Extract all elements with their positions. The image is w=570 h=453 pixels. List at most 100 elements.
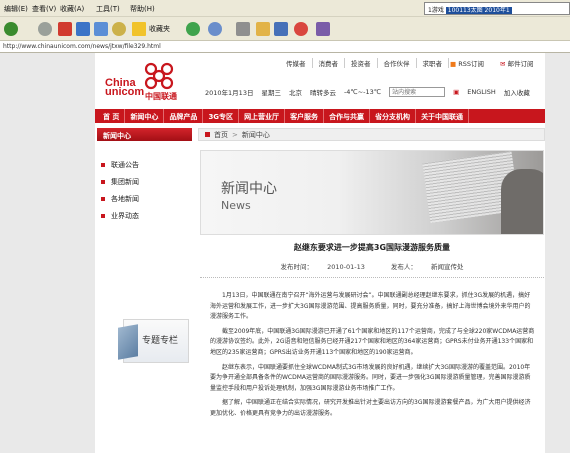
sidebar-item-group-news[interactable]: 集团新闻 xyxy=(101,173,139,190)
print-button[interactable] xyxy=(236,21,250,37)
weather-text: 晴转多云 xyxy=(309,89,336,97)
date-text: 2010年1月13日 xyxy=(205,89,254,97)
sidebar-item-industry[interactable]: 业界动态 xyxy=(101,207,139,224)
refresh-button[interactable] xyxy=(76,21,90,37)
menu-favorites[interactable]: 收藏(A) xyxy=(60,4,84,14)
article-paragraph: 1月13日，中国联通在南宁召开“海外运营与发展研讨会”。中国联通副总经理赵继东要… xyxy=(210,292,531,321)
toplink-jobseeker[interactable]: 求职者 xyxy=(417,58,449,68)
star-icon xyxy=(132,22,146,36)
address-bar[interactable]: http://www.chinaunicom.com/news/jtxw/fil… xyxy=(0,41,570,53)
rss-subscribe-link[interactable]: ■ RSS订阅 xyxy=(450,58,484,68)
english-link[interactable]: ENGLISH xyxy=(467,88,496,96)
book-stack-icon xyxy=(118,324,138,360)
back-button[interactable] xyxy=(4,21,18,37)
browser-menubar: 编辑(E) 查看(V) 收藏(A) 工具(T) 帮助(H) 1游戏 100113… xyxy=(0,0,570,17)
search-go-icon[interactable]: ▣ xyxy=(453,88,459,96)
sidebar-title: 新闻中心 xyxy=(97,128,192,141)
discuss-button[interactable] xyxy=(274,21,288,37)
search-icon xyxy=(112,22,126,36)
rss-label: RSS订阅 xyxy=(458,60,485,68)
forward-button[interactable] xyxy=(38,21,52,37)
nav-customer-service[interactable]: 客户服务 xyxy=(285,109,325,123)
toplink-partner[interactable]: 合作伙伴 xyxy=(378,58,417,68)
breadcrumb-marker-icon xyxy=(205,132,210,137)
print-icon xyxy=(236,22,250,36)
messenger-button[interactable] xyxy=(294,21,308,37)
ime-status-prefix: 1游戏 xyxy=(428,7,444,14)
nav-online-hall[interactable]: 网上营业厅 xyxy=(239,109,286,123)
stop-button[interactable] xyxy=(58,21,72,37)
messenger-icon xyxy=(294,22,308,36)
site-search-input[interactable] xyxy=(389,87,446,97)
forward-arrow-icon xyxy=(38,22,52,36)
banner-title-cn: 新闻中心 xyxy=(221,181,277,197)
sidebar-item-local-news[interactable]: 各地新闻 xyxy=(101,190,139,207)
mail-icon xyxy=(208,22,222,36)
sidebar-item-notices[interactable]: 联通公告 xyxy=(101,156,139,173)
breadcrumb-home[interactable]: 首页 xyxy=(214,130,228,140)
menu-help[interactable]: 帮助(H) xyxy=(130,4,155,14)
article-paragraph: 截至2009年底，中国联通3G国际漫游已开通了61个国家和地区的117个运营商，… xyxy=(210,327,535,356)
article-paragraph: 赵继东表示，中国联通要抓住全球WCDMA制式3G市场发展的良好机遇，继续扩大3G… xyxy=(210,363,531,392)
nav-products[interactable]: 品牌产品 xyxy=(164,109,204,123)
envelope-icon: ✉ xyxy=(500,60,506,68)
bullet-icon xyxy=(101,213,105,218)
refresh-icon xyxy=(76,22,90,36)
sidebar-item-label: 集团新闻 xyxy=(111,177,139,186)
main-nav: 首 页 新闻中心 品牌产品 3G专区 网上营业厅 客户服务 合作与共赢 省分支机… xyxy=(95,109,545,123)
nav-about[interactable]: 关于中国联通 xyxy=(416,109,470,123)
page-viewport: China unicom 中国联通 传媒者 消费者 投资者 合作伙伴 求职者 ■… xyxy=(0,53,570,453)
nav-cooperation[interactable]: 合作与共赢 xyxy=(324,109,371,123)
toplink-consumer[interactable]: 消费者 xyxy=(313,58,345,68)
toolbar-extra-button[interactable] xyxy=(316,21,330,37)
breadcrumb: 首页 > 新闻中心 xyxy=(198,128,545,141)
menu-tools[interactable]: 工具(T) xyxy=(96,4,120,14)
toplink-investor[interactable]: 投资者 xyxy=(345,58,378,68)
logo-chinese: 中国联通 xyxy=(145,92,177,101)
sidebar-item-label: 联通公告 xyxy=(111,160,139,169)
article-title: 赵继东要求进一步提高3G国际漫游服务质量 xyxy=(293,243,451,252)
ime-status-highlight: 100113太图 2010年1 xyxy=(445,7,512,14)
temperature-text: -4℃~-13℃ xyxy=(343,88,382,96)
discuss-icon xyxy=(274,22,288,36)
favorites-button[interactable]: 收藏夹 xyxy=(132,21,170,37)
edit-icon xyxy=(256,22,270,36)
site-container: China unicom 中国联通 传媒者 消费者 投资者 合作伙伴 求职者 ■… xyxy=(95,53,545,453)
publisher-value: 新闻宣传处 xyxy=(431,263,464,271)
nav-home[interactable]: 首 页 xyxy=(95,109,126,123)
browser-toolbar: 收藏夹 xyxy=(0,17,570,41)
toplink-media[interactable]: 传媒者 xyxy=(280,58,313,68)
article-body: 1月13日，中国联通在南宁召开“海外运营与发展研讨会”。中国联通副总经理赵继东要… xyxy=(210,291,535,424)
ime-status-box: 1游戏 100113太图 2010年1 xyxy=(424,2,570,15)
bookmark-link[interactable]: 加入收藏 xyxy=(504,87,530,97)
nav-news[interactable]: 新闻中心 xyxy=(125,109,165,123)
top-links: 传媒者 消费者 投资者 合作伙伴 求职者 xyxy=(280,58,449,68)
mail-subscribe-link[interactable]: ✉ 邮件订阅 xyxy=(500,58,534,68)
mail-button[interactable] xyxy=(208,21,222,37)
special-topics-label: 专题专栏 xyxy=(142,336,179,346)
menu-view[interactable]: 查看(V) xyxy=(32,4,56,14)
special-topics-banner[interactable]: 专题专栏 xyxy=(118,319,189,363)
sidebar-item-label: 业界动态 xyxy=(111,211,139,220)
menu-edit[interactable]: 编辑(E) xyxy=(4,4,28,14)
stop-icon xyxy=(58,22,72,36)
search-button[interactable] xyxy=(112,21,126,37)
unicom-logo[interactable]: China unicom 中国联通 xyxy=(105,61,205,101)
edit-button[interactable] xyxy=(256,21,270,37)
home-button[interactable] xyxy=(94,21,108,37)
sidebar-item-label: 各地新闻 xyxy=(111,194,139,203)
publisher: 发布人： 新闻宣传处 xyxy=(385,263,470,271)
nav-3g[interactable]: 3G专区 xyxy=(203,109,240,123)
sidebar: 新闻中心 联通公告 集团新闻 各地新闻 业界动态 专题专栏 xyxy=(95,128,195,453)
bullet-icon xyxy=(101,196,105,201)
logo-english: China unicom xyxy=(105,78,144,98)
weekday-text: 星期三 xyxy=(261,89,281,97)
media-button[interactable] xyxy=(186,21,200,37)
article-meta: 发布时间： 2010-01-13 发布人： 新闻宣传处 xyxy=(200,261,544,271)
publish-time-value: 2010-01-13 xyxy=(327,263,365,271)
breadcrumb-news[interactable]: 新闻中心 xyxy=(242,130,270,140)
sidebar-list: 联通公告 集团新闻 各地新闻 业界动态 xyxy=(101,156,139,224)
reader-figure-image xyxy=(501,169,543,234)
nav-branches[interactable]: 省分支机构 xyxy=(370,109,417,123)
rss-icon: ■ xyxy=(450,60,457,68)
